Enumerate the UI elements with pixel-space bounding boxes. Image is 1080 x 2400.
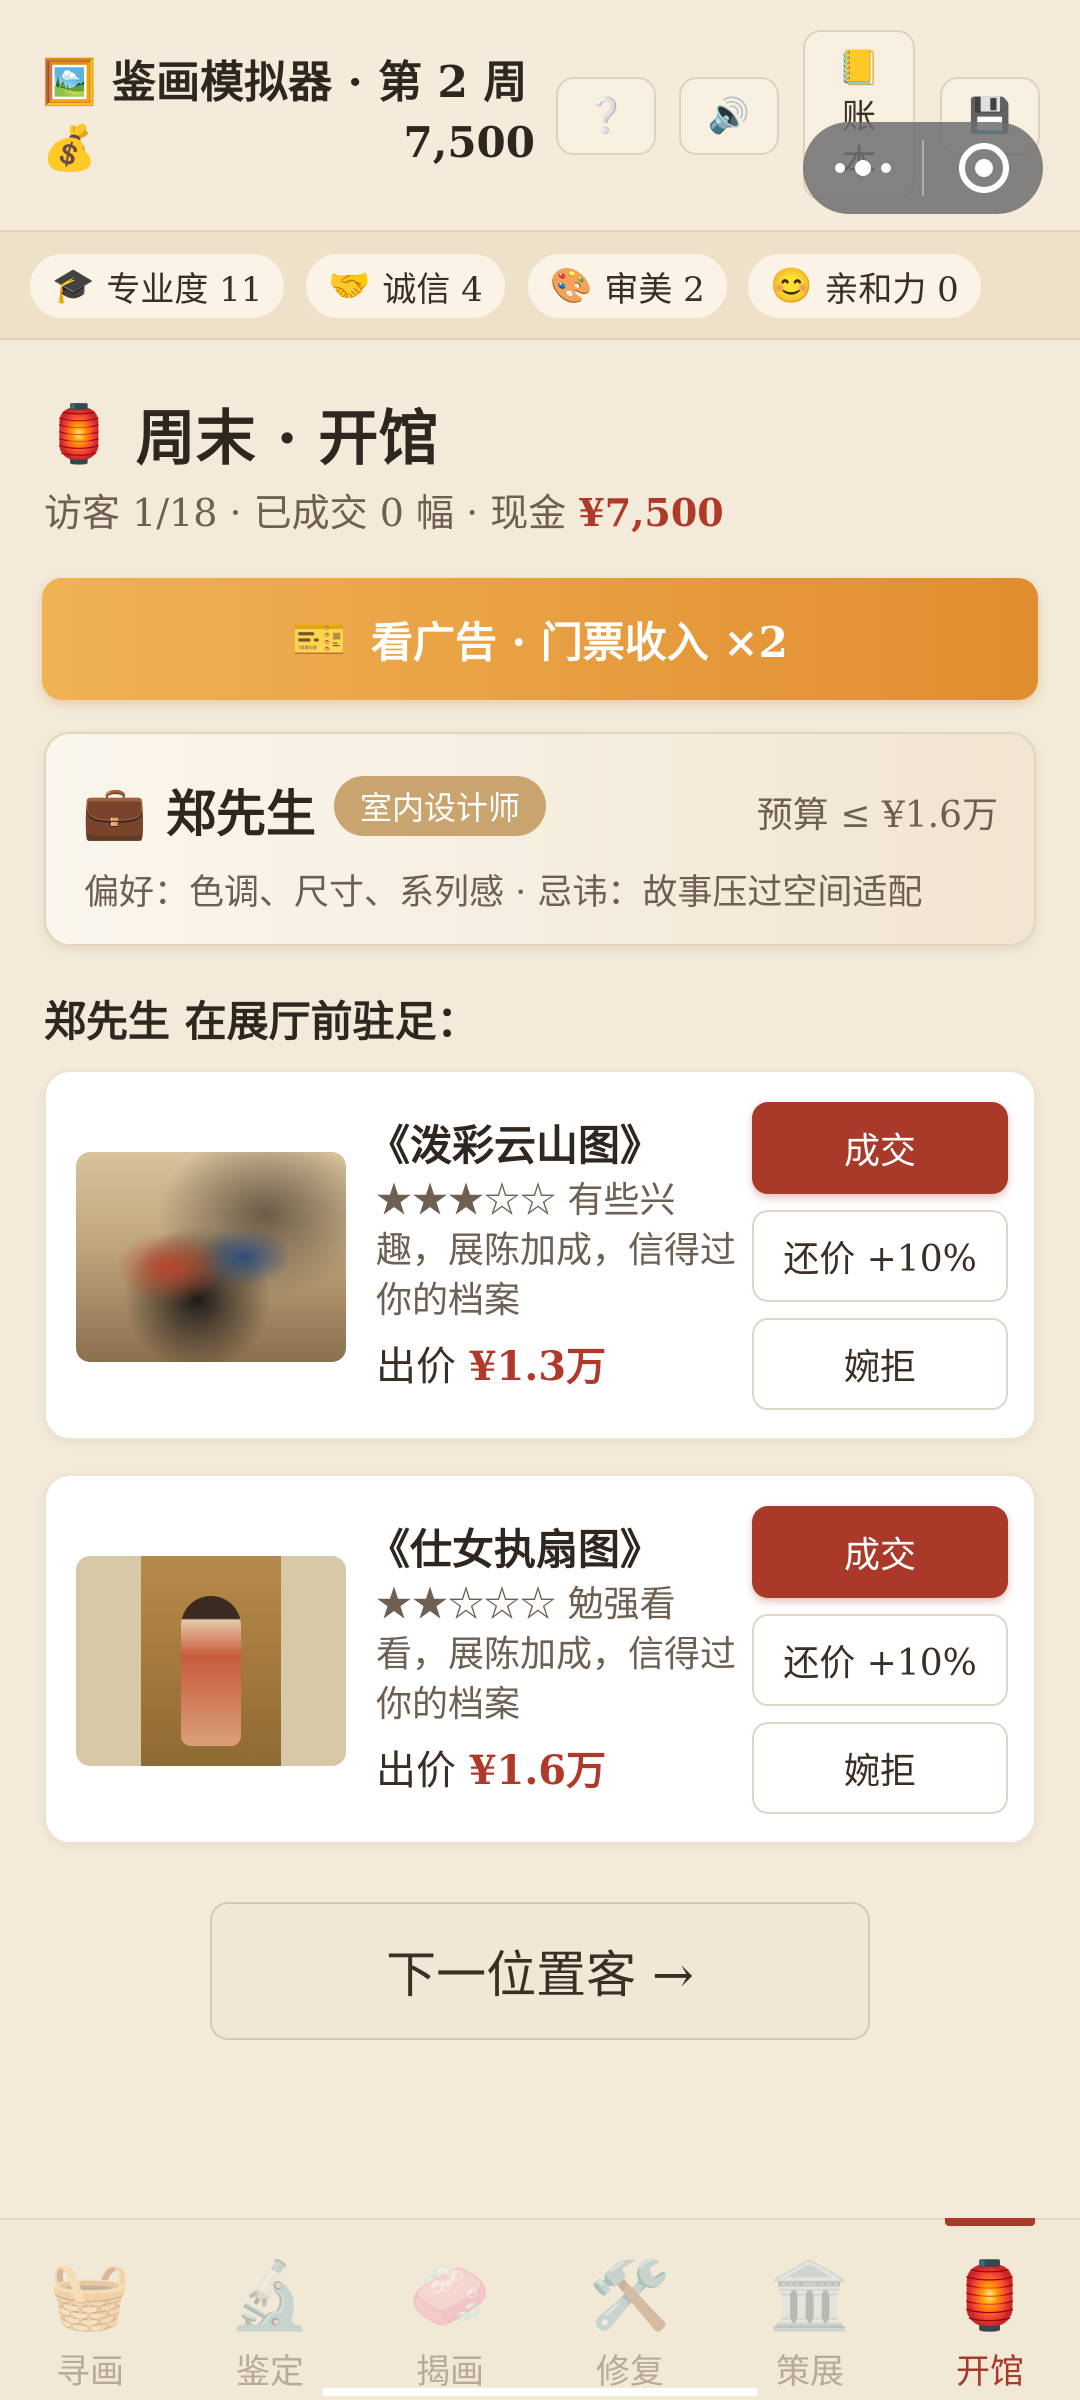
soap-icon: 🧼 (408, 2257, 492, 2334)
tab-label: 修复 (596, 2352, 664, 2392)
more-menu-button[interactable] (803, 122, 922, 214)
lady-figure (181, 1596, 241, 1746)
painting-thumbnail (76, 1152, 346, 1362)
tab-appraise[interactable]: 🔬 鉴定 (180, 2220, 360, 2400)
price-label: 出价 (376, 1344, 469, 1390)
stat-label: 诚信 4 (382, 269, 483, 310)
tab-uncover[interactable]: 🧼 揭画 (360, 2220, 540, 2400)
stat-label: 专业度 11 (106, 269, 263, 310)
tools-icon: 🛠️ (588, 2257, 672, 2334)
painting-interest: ★★☆☆☆ 勉强看看，展陈加成，信得过你的档案 (376, 1584, 737, 1725)
help-button[interactable]: ❔ (556, 77, 656, 155)
next-customer-button[interactable]: 下一位置客 → (210, 1902, 870, 2040)
deal-button[interactable]: 成交 (752, 1102, 1008, 1194)
home-indicator (322, 2388, 758, 2396)
watch-ad-label: 看广告 · 门票收入 ×2 (370, 617, 788, 667)
session-status: 访客 1/18 · 已成交 0 幅 · 现金 ¥7,500 (44, 482, 724, 537)
sound-button[interactable]: 🔊 (679, 77, 779, 155)
customer-prompt: 郑先生 在展厅前驻足： (44, 997, 479, 1046)
stat-label: 审美 2 (604, 269, 705, 310)
customer-name: 郑先生 (166, 784, 316, 843)
framed-picture-icon: 🖼️ (42, 57, 97, 108)
tab-restore[interactable]: 🛠️ 修复 (540, 2220, 720, 2400)
ticket-icon: 🎫 (292, 614, 347, 665)
painting-title: 《仕女执扇图》 (368, 1525, 663, 1574)
briefcase-icon: 💼 (82, 783, 147, 843)
stat-chip-affinity: 😊 亲和力 0 (748, 254, 981, 318)
tab-label: 开馆 (956, 2352, 1024, 2392)
top-header: 🖼️ 鉴画模拟器 · 第 2 周 💰 7,500 ❔ 🔊 📒 账本 💾 (0, 0, 1080, 232)
deal-button[interactable]: 成交 (752, 1506, 1008, 1598)
page-title-text: 周末 · 开馆 (135, 404, 439, 474)
lantern-icon: 🏮 (948, 2257, 1032, 2334)
microscope-icon: 🔬 (228, 2257, 312, 2334)
painting-thumbnail (76, 1556, 346, 1766)
bottom-tab-bar: 🧺 寻画 🔬 鉴定 🧼 揭画 🛠️ 修复 🏛️ 策展 🏮 开馆 (0, 2218, 1080, 2400)
painting-interest: ★★★☆☆ 有些兴趣，展陈加成，信得过你的档案 (376, 1180, 737, 1321)
decline-button[interactable]: 婉拒 (752, 1722, 1008, 1814)
counter-offer-button[interactable]: 还价 +10% (752, 1614, 1008, 1706)
stat-label: 亲和力 0 (824, 269, 959, 310)
speaker-icon: 🔊 (707, 96, 751, 136)
ledger-book-icon: 📒 (837, 48, 881, 88)
painting-offer-price: 出价 ¥1.3万 (376, 1334, 606, 1392)
question-icon: ❔ (584, 96, 628, 136)
stat-chip-integrity: 🤝 诚信 4 (306, 254, 505, 318)
painting-offer-card: 《仕女执扇图》 ★★☆☆☆ 勉强看看，展陈加成，信得过你的档案 出价 ¥1.6万… (44, 1474, 1036, 1844)
graduation-cap-icon: 🎓 (52, 266, 95, 306)
page-title: 🏮 周末 · 开馆 (44, 390, 438, 477)
target-icon (958, 143, 1009, 193)
customer-preferences: 偏好：色调、尺寸、系列感 · 忌讳：故事压过空间适配 (84, 873, 923, 913)
tab-label: 鉴定 (236, 2352, 304, 2392)
tab-search-paintings[interactable]: 🧺 寻画 (0, 2220, 180, 2400)
tab-label: 策展 (776, 2352, 844, 2392)
price-amount: ¥1.6万 (468, 1747, 607, 1794)
museum-icon: 🏛️ (768, 2257, 852, 2334)
header-cash: 7,500 (403, 118, 535, 167)
more-dots-icon (834, 160, 891, 176)
tab-curate[interactable]: 🏛️ 策展 (720, 2220, 900, 2400)
painting-title: 《泼彩云山图》 (368, 1121, 663, 1170)
tab-label: 揭画 (416, 2352, 484, 2392)
customer-role-badge: 室内设计师 (334, 776, 547, 836)
stats-bar: 🎓 专业度 11 🤝 诚信 4 🎨 审美 2 😊 亲和力 0 (0, 232, 1080, 340)
close-miniprogram-button[interactable] (924, 122, 1043, 214)
painting-offer-card: 《泼彩云山图》 ★★★☆☆ 有些兴趣，展陈加成，信得过你的档案 出价 ¥1.3万… (44, 1070, 1036, 1440)
palette-icon: 🎨 (550, 266, 593, 306)
active-tab-indicator (945, 2218, 1035, 2226)
counter-offer-button[interactable]: 还价 +10% (752, 1210, 1008, 1302)
decline-button[interactable]: 婉拒 (752, 1318, 1008, 1410)
app-title-text: 鉴画模拟器 · 第 2 周 (112, 57, 528, 108)
basket-icon: 🧺 (48, 2257, 132, 2334)
session-status-text: 访客 1/18 · 已成交 0 幅 · 现金 (44, 491, 579, 535)
tab-label: 寻画 (56, 2352, 124, 2392)
watch-ad-button[interactable]: 🎫 看广告 · 门票收入 ×2 (42, 578, 1038, 700)
smile-icon: 😊 (770, 266, 813, 306)
handshake-icon: 🤝 (328, 266, 371, 306)
stat-chip-aesthetics: 🎨 审美 2 (528, 254, 727, 318)
price-label: 出价 (376, 1748, 469, 1794)
money-bag-icon: 💰 (42, 123, 97, 174)
customer-card: 💼 郑先生 室内设计师 预算 ≤ ¥1.6万 偏好：色调、尺寸、系列感 · 忌讳… (44, 732, 1036, 946)
customer-budget: 预算 ≤ ¥1.6万 (756, 795, 998, 836)
painting-offer-price: 出价 ¥1.6万 (376, 1738, 606, 1796)
price-amount: ¥1.3万 (468, 1343, 607, 1390)
miniprogram-capsule (803, 122, 1043, 214)
stat-chip-expertise: 🎓 专业度 11 (30, 254, 285, 318)
lantern-icon: 🏮 (44, 400, 114, 467)
tab-open-gallery[interactable]: 🏮 开馆 (900, 2218, 1080, 2400)
session-cash: ¥7,500 (578, 490, 724, 535)
